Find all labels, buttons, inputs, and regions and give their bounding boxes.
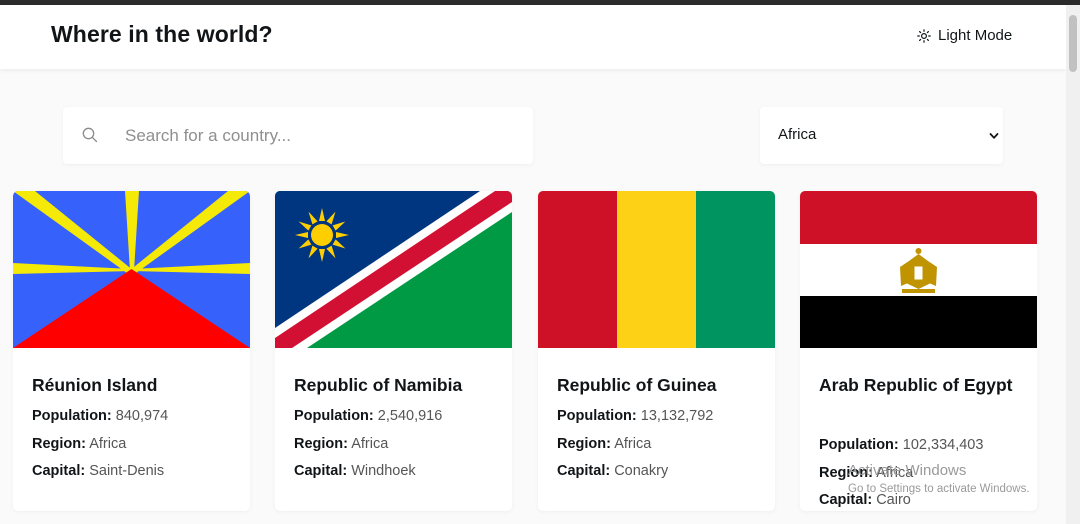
country-card[interactable]: Réunion Island Population: 840,974 Regio…	[13, 191, 250, 511]
guinea-flag	[538, 191, 775, 348]
capital-row: Capital: Conakry	[557, 461, 767, 489]
scrollbar-thumb[interactable]	[1069, 15, 1077, 72]
population-row: Population: 13,132,792	[557, 406, 767, 434]
population-label: Population:	[294, 408, 374, 424]
capital-label: Capital:	[557, 463, 611, 479]
country-name: Réunion Island	[32, 375, 158, 395]
region-row: Region: Africa	[294, 434, 504, 462]
capital-row: Capital: Saint-Denis	[32, 461, 242, 489]
reunion-flag	[13, 191, 250, 348]
population-value: 102,334,403	[902, 437, 984, 453]
capital-value: Windhoek	[351, 463, 416, 479]
region-row: Region: Africa	[557, 434, 767, 462]
region-filter-select[interactable]: Africa	[760, 107, 1003, 164]
population-row: Population: 840,974	[32, 406, 242, 434]
region-filter-value: Africa	[778, 126, 817, 143]
country-name: Arab Republic of Egypt	[819, 375, 1013, 395]
region-label: Region:	[557, 435, 611, 452]
country-card[interactable]: Republic of Namibia Population: 2,540,91…	[275, 191, 512, 511]
page-title: Where in the world?	[51, 21, 273, 47]
population-value: 2,540,916	[377, 408, 443, 424]
region-label: Region:	[32, 435, 86, 452]
capital-value: Saint-Denis	[89, 463, 165, 479]
population-label: Population:	[32, 408, 112, 424]
search-box[interactable]	[63, 107, 533, 164]
search-icon	[82, 127, 98, 143]
capital-value: Conakry	[614, 463, 669, 479]
country-name: Republic of Namibia	[294, 375, 463, 395]
region-value: Africa	[89, 435, 127, 452]
region-row: Region: Africa	[32, 434, 242, 462]
population-label: Population:	[819, 437, 899, 453]
capital-label: Capital:	[294, 463, 348, 479]
namibia-flag	[275, 191, 512, 348]
region-value: Africa	[614, 435, 652, 452]
population-row: Population: 2,540,916	[294, 406, 504, 434]
page-scrollbar[interactable]	[1066, 5, 1080, 524]
sun-icon	[917, 28, 931, 43]
theme-toggle-label: Light Mode	[938, 27, 1013, 44]
app-header: Where in the world? Light Mode	[0, 5, 1066, 69]
capital-row: Capital: Windhoek	[294, 461, 504, 489]
capital-label: Capital:	[32, 463, 86, 479]
population-row: Population: 102,334,403	[819, 435, 1029, 463]
country-card[interactable]: Republic of Guinea Population: 13,132,79…	[538, 191, 775, 511]
activation-watermark-title: Activate Windows	[848, 462, 967, 479]
region-label: Region:	[294, 435, 348, 452]
region-value: Africa	[351, 435, 389, 452]
egypt-flag	[800, 191, 1037, 348]
search-input[interactable]	[123, 120, 517, 152]
country-name: Republic of Guinea	[557, 375, 717, 395]
population-label: Population:	[557, 408, 637, 424]
population-value: 840,974	[115, 408, 169, 424]
theme-toggle-button[interactable]: Light Mode	[917, 27, 1012, 44]
activation-watermark-hint: Go to Settings to activate Windows.	[848, 483, 1030, 495]
chevron-down-icon	[989, 133, 999, 139]
population-value: 13,132,792	[640, 408, 714, 424]
